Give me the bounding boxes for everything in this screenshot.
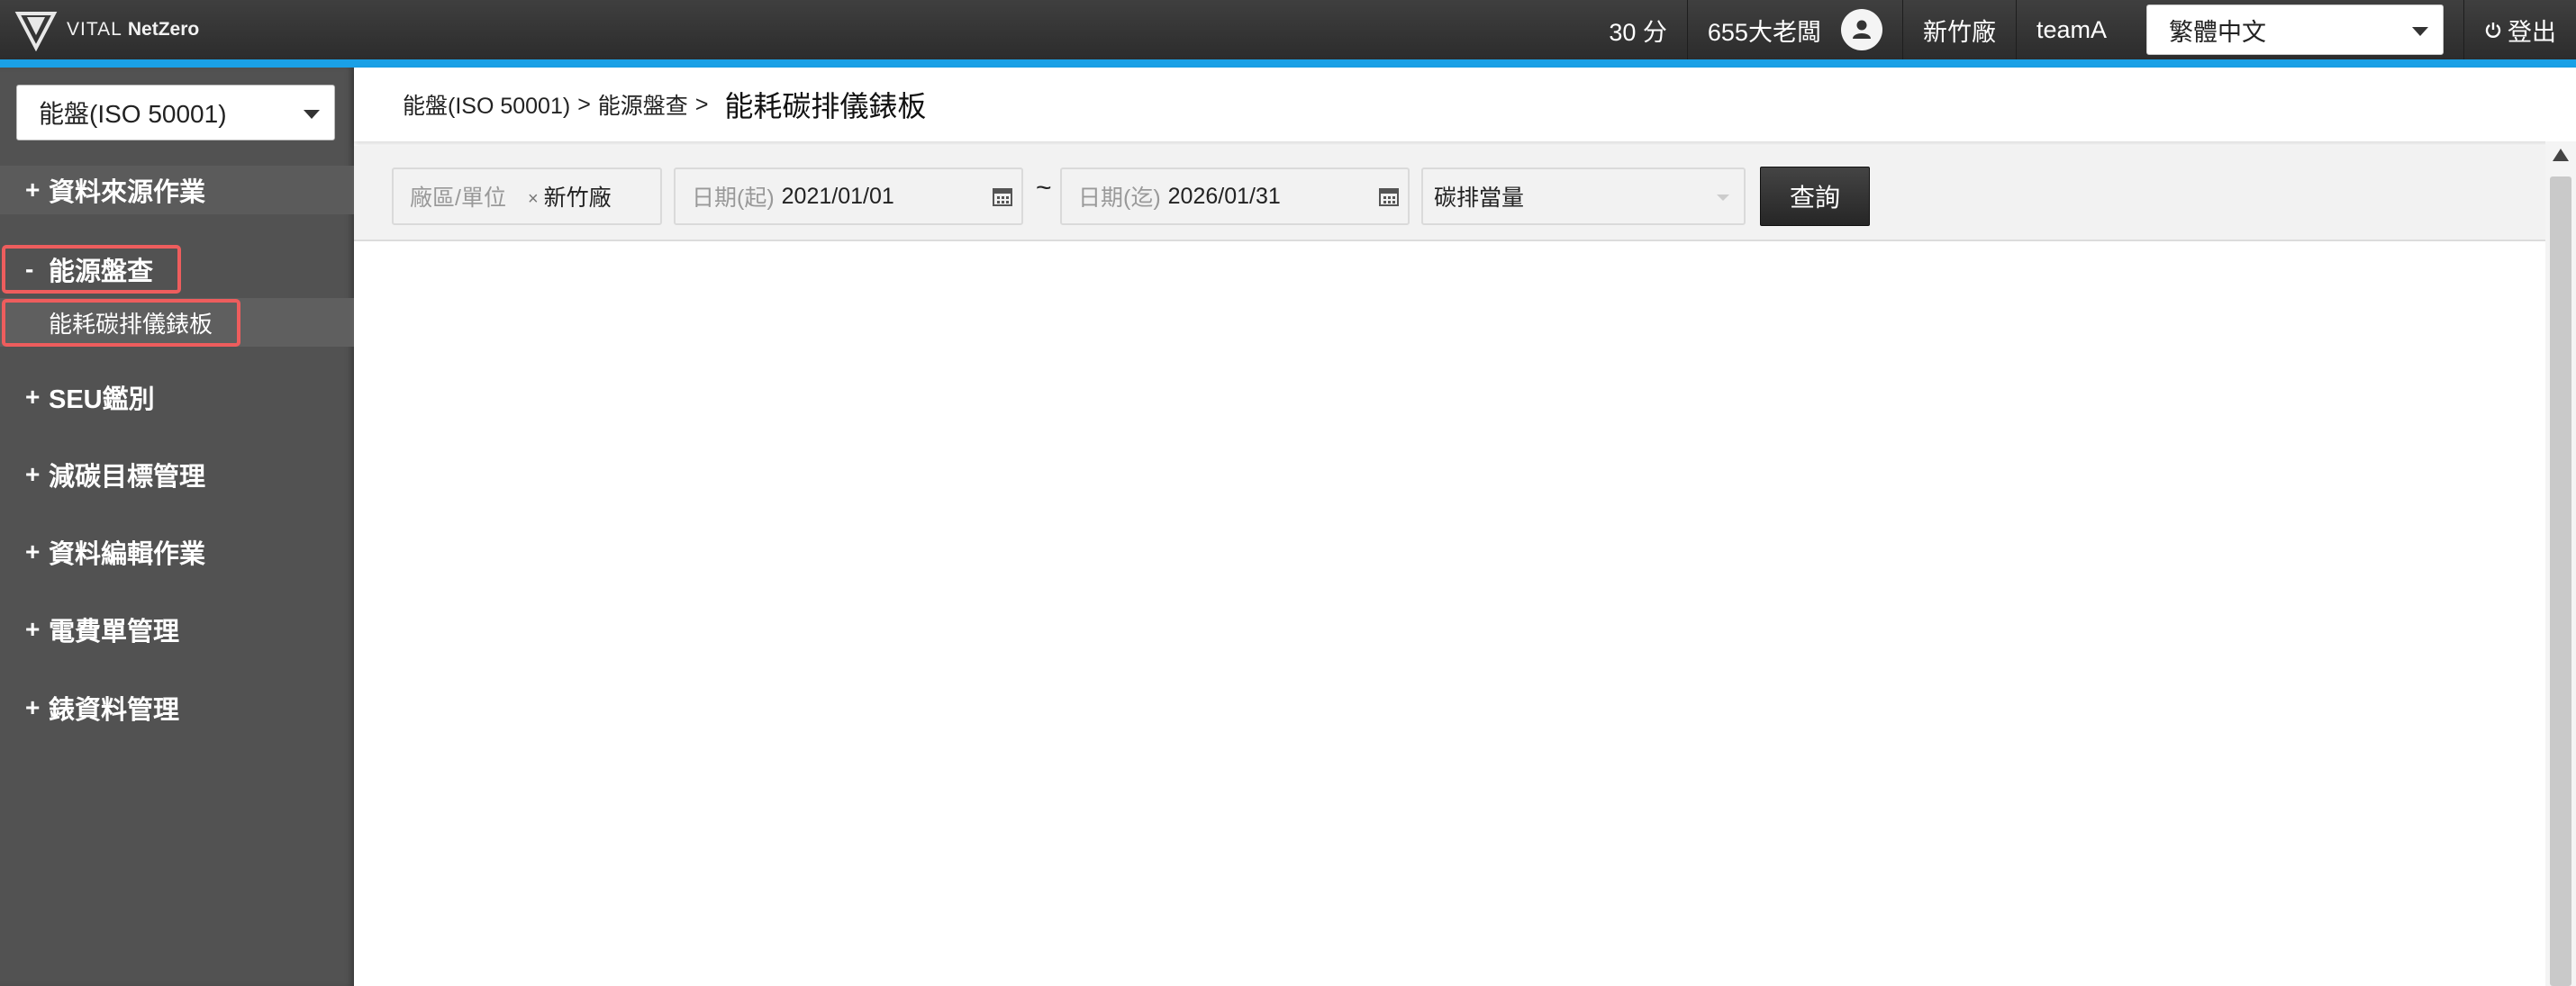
sidebar-item-label: 資料來源作業 [49, 178, 206, 207]
chevron-down-icon [2412, 27, 2428, 36]
start-date-value: 2021/01/01 [781, 183, 894, 209]
brand-name: VITAL NetZero [67, 19, 200, 40]
top-navbar: VITAL NetZero 30 分 655大老闆 新竹廠 teamA 繁體中文… [0, 0, 2576, 59]
language-value: 繁體中文 [2169, 18, 2266, 46]
calendar-icon[interactable] [993, 186, 1012, 206]
language-select[interactable]: 繁體中文 [2146, 5, 2444, 55]
breadcrumb-module[interactable]: 能盤(ISO 50001) [403, 88, 570, 121]
clear-site-icon[interactable]: × [528, 189, 539, 210]
sidebar-item-data-editing[interactable]: + 資料編輯作業 [0, 528, 354, 576]
factory-display[interactable]: 新竹廠 [1901, 0, 2016, 59]
scroll-up-arrow-icon[interactable] [2553, 149, 2569, 161]
page-title: 能耗碳排儀錶板 [724, 90, 927, 122]
sidebar: 能盤(ISO 50001) + 資料來源作業 - 能源盤查 能耗碳排儀錶板 + … [0, 68, 354, 986]
expand-icon: + [25, 693, 41, 721]
site-filter-label: 廠區/單位 [410, 185, 506, 211]
metric-select-value: 碳排當量 [1434, 185, 1525, 211]
module-select-value: 能盤(ISO 50001) [39, 100, 227, 128]
sidebar-item-energy-audit[interactable]: - 能源盤查 [2, 245, 181, 294]
expand-icon: + [25, 176, 41, 204]
brand-logo[interactable]: VITAL NetZero [14, 0, 199, 59]
breadcrumb: 能盤(ISO 50001) > 能源盤查 > 能耗碳排儀錶板 [354, 68, 2576, 141]
sidebar-item-reduction-targets[interactable]: + 減碳目標管理 [0, 450, 354, 499]
end-date-field[interactable]: 日期(迄) 2026/01/31 [1060, 167, 1410, 225]
date-range-separator: ~ [1036, 173, 1052, 203]
content-scrollbar[interactable] [2545, 141, 2576, 986]
logout-label: 登出 [2508, 18, 2556, 46]
sidebar-item-meter-data[interactable]: + 錶資料管理 [0, 683, 354, 732]
sidebar-item-label: 能源盤查 [49, 258, 154, 286]
user-avatar-icon[interactable] [1840, 9, 1882, 50]
metric-select[interactable]: 碳排當量 [1421, 167, 1746, 225]
expand-icon: + [25, 460, 41, 488]
top-right-menu: 30 分 655大老闆 新竹廠 teamA 繁體中文 登出 [1589, 0, 2576, 59]
chevron-down-icon [1717, 194, 1729, 201]
breadcrumb-separator: > [577, 91, 591, 117]
chevron-down-icon [304, 110, 320, 119]
power-icon [2485, 23, 2501, 38]
user-name: 655大老闆 [1707, 18, 1821, 46]
end-date-value: 2026/01/31 [1167, 183, 1281, 209]
sidebar-item-electricity-bills[interactable]: + 電費單管理 [0, 605, 354, 654]
filter-bar: 廠區/單位 × 新竹廠 日期(起) 2021/01/01 ~ 日期(迄) 202… [354, 146, 2545, 241]
start-date-label: 日期(起) [692, 185, 775, 211]
sidebar-item-label: 電費單管理 [49, 618, 180, 647]
sidebar-subitem-label: 能耗碳排儀錶板 [49, 311, 213, 338]
site-filter-value: 新竹廠 [543, 185, 612, 211]
start-date-field[interactable]: 日期(起) 2021/01/01 [674, 167, 1023, 225]
breadcrumb-separator: > [694, 91, 709, 117]
query-button[interactable]: 查詢 [1760, 167, 1870, 226]
sidebar-item-data-source[interactable]: + 資料來源作業 [0, 166, 354, 214]
sidebar-item-label: 資料編輯作業 [49, 540, 206, 569]
vital-logo-icon [14, 12, 58, 51]
expand-icon: + [25, 383, 41, 411]
breadcrumb-section[interactable]: 能源盤查 [598, 88, 688, 121]
expand-icon: + [25, 615, 41, 643]
logout-button[interactable]: 登出 [2463, 0, 2576, 59]
sidebar-item-label: SEU鑑別 [49, 385, 155, 414]
sidebar-item-label: 錶資料管理 [49, 696, 180, 725]
user-menu[interactable]: 655大老闆 [1686, 0, 1902, 59]
sidebar-subitem-dashboard[interactable]: 能耗碳排儀錶板 [2, 299, 240, 347]
team-display[interactable]: teamA [2015, 0, 2127, 59]
calendar-icon[interactable] [1379, 186, 1399, 206]
points-display: 30 分 [1609, 18, 1667, 46]
module-select[interactable]: 能盤(ISO 50001) [16, 85, 335, 140]
sidebar-item-seu[interactable]: + SEU鑑別 [0, 373, 354, 421]
topbar-accent-line [0, 59, 2576, 68]
expand-icon: + [25, 538, 41, 565]
site-filter[interactable]: 廠區/單位 × 新竹廠 [392, 167, 662, 225]
collapse-icon: - [25, 255, 34, 283]
scrollbar-thumb[interactable] [2550, 176, 2571, 986]
end-date-label: 日期(迄) [1078, 185, 1161, 211]
sidebar-item-label: 減碳目標管理 [49, 463, 206, 492]
